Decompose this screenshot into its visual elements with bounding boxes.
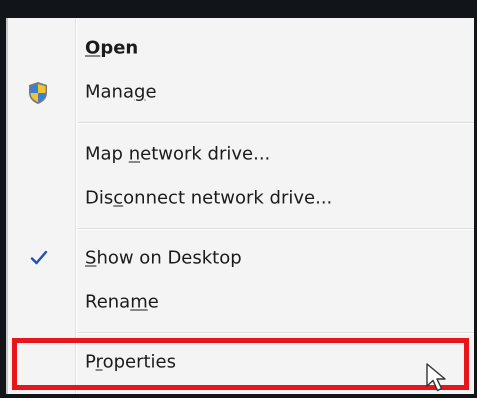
menu-item-map-network-drive[interactable]: Map network drive...: [8, 134, 474, 174]
menu-separator: [78, 228, 474, 230]
menu-item-disconnect-network-drive-label: Disconnect network drive...: [85, 187, 333, 209]
checkmark-icon: [30, 249, 48, 271]
menu-separator: [78, 332, 474, 334]
menu-item-manage-label: Manage: [85, 81, 157, 103]
menu-item-disconnect-network-drive[interactable]: Disconnect network drive...: [8, 178, 474, 218]
menu-separator: [78, 122, 474, 124]
menu-item-open-label: Open: [85, 37, 139, 59]
menu-item-properties[interactable]: Properties: [8, 342, 474, 382]
menu-item-rename[interactable]: Rename: [8, 282, 474, 322]
menu-item-map-network-drive-label: Map network drive...: [85, 143, 271, 165]
menu-item-manage[interactable]: Manage: [8, 72, 474, 112]
menu-item-properties-label: Properties: [85, 351, 176, 373]
menu-item-show-on-desktop-label: Show on Desktop: [85, 247, 242, 269]
menu-item-show-on-desktop[interactable]: Show on Desktop: [8, 238, 474, 278]
menu-item-rename-label: Rename: [85, 291, 159, 313]
uac-shield-icon: [27, 81, 49, 109]
menu-item-open[interactable]: Open: [8, 28, 474, 68]
mouse-pointer-icon: [425, 362, 453, 398]
context-menu: Open Manage Map network drive... Disconn…: [6, 18, 474, 394]
